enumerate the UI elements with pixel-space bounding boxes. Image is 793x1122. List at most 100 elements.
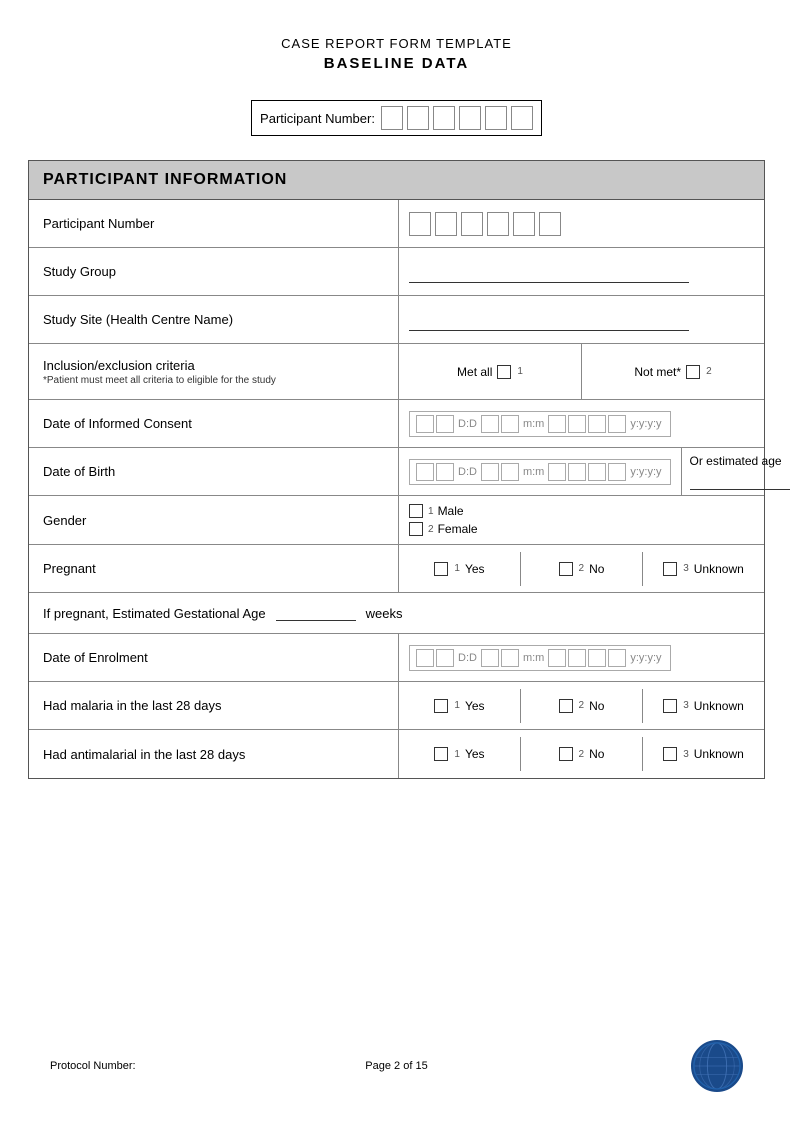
checkbox-antimalarial-no[interactable]	[559, 747, 573, 761]
dob-d2	[436, 463, 454, 481]
de-y4	[608, 649, 626, 667]
estimated-age-field[interactable]	[690, 472, 790, 490]
pn-row-cell-2[interactable]	[435, 212, 457, 236]
date-enrolment-field[interactable]: D:D m:m y:y:y:y	[409, 645, 671, 671]
checkbox-male[interactable]	[409, 504, 423, 518]
antimalarial-unknown: 3 Unknown	[643, 737, 764, 771]
checkbox-female[interactable]	[409, 522, 423, 536]
label-participant-number: Participant Number	[29, 200, 399, 247]
label-had-malaria: Had malaria in the last 28 days	[29, 682, 399, 729]
date-of-birth-field[interactable]: D:D m:m y:y:y:y	[409, 459, 671, 485]
row-pregnant: Pregnant 1 Yes 2 No 3 Unknown	[29, 545, 764, 593]
row-had-antimalarial: Had antimalarial in the last 28 days 1 Y…	[29, 730, 764, 778]
participant-number-box: Participant Number:	[251, 100, 542, 136]
dc-d1	[416, 415, 434, 433]
label-had-antimalarial: Had antimalarial in the last 28 days	[29, 730, 399, 778]
participant-number-label: Participant Number:	[260, 111, 375, 126]
study-site-field[interactable]	[409, 309, 689, 331]
inclusion-not-met: Not met* 2	[582, 344, 764, 399]
label-date-enrolment: Date of Enrolment	[29, 634, 399, 681]
checkbox-not-met[interactable]	[686, 365, 700, 379]
row-date-informed-consent: Date of Informed Consent D:D m:m y:y:y:y	[29, 400, 764, 448]
dc-m1	[481, 415, 499, 433]
page-header: CASE REPORT FORM TEMPLATE BASELINE DATA	[0, 0, 793, 90]
dc-y4	[608, 415, 626, 433]
footer-page: Page 2 of 15	[281, 1060, 512, 1072]
pn-cell-4[interactable]	[459, 106, 481, 130]
pn-row-cell-6[interactable]	[539, 212, 561, 236]
malaria-no: 2 No	[521, 689, 643, 723]
content-gender: 1 Male 2 Female	[399, 496, 488, 544]
label-study-group: Study Group	[29, 248, 399, 295]
row-had-malaria: Had malaria in the last 28 days 1 Yes 2 …	[29, 682, 764, 730]
antimalarial-yes: 1 Yes	[399, 737, 521, 771]
content-study-group	[399, 248, 764, 295]
dob-d1	[416, 463, 434, 481]
label-gender: Gender	[29, 496, 399, 544]
pn-cell-1[interactable]	[381, 106, 403, 130]
dob-y1	[548, 463, 566, 481]
content-participant-number	[399, 200, 764, 247]
checkbox-pregnant-unknown[interactable]	[663, 562, 677, 576]
checkbox-pregnant-yes[interactable]	[434, 562, 448, 576]
footer-logo	[512, 1040, 743, 1092]
dc-y1	[548, 415, 566, 433]
pn-row-cell-1[interactable]	[409, 212, 431, 236]
malaria-yes: 1 Yes	[399, 689, 521, 723]
dob-y3	[588, 463, 606, 481]
checkbox-malaria-unknown[interactable]	[663, 699, 677, 713]
gestational-age-field[interactable]	[276, 605, 356, 621]
checkbox-pregnant-no[interactable]	[559, 562, 573, 576]
malaria-unknown: 3 Unknown	[643, 689, 764, 723]
row-study-group: Study Group	[29, 248, 764, 296]
label-study-site: Study Site (Health Centre Name)	[29, 296, 399, 343]
dob-m2	[501, 463, 519, 481]
de-d2	[436, 649, 454, 667]
checkbox-malaria-yes[interactable]	[434, 699, 448, 713]
section-title: PARTICIPANT INFORMATION	[43, 171, 287, 188]
page-footer: Protocol Number: Page 2 of 15	[0, 1040, 793, 1092]
participant-number-cells	[381, 106, 533, 130]
de-m2	[501, 649, 519, 667]
pn-row-cell-3[interactable]	[461, 212, 483, 236]
label-pregnant: Pregnant	[29, 545, 399, 592]
label-inclusion-exclusion: Inclusion/exclusion criteria *Patient mu…	[29, 344, 399, 399]
de-d1	[416, 649, 434, 667]
pn-cell-6[interactable]	[511, 106, 533, 130]
section-header: PARTICIPANT INFORMATION	[29, 161, 764, 200]
row-inclusion-exclusion: Inclusion/exclusion criteria *Patient mu…	[29, 344, 764, 400]
pregnant-unknown: 3 Unknown	[643, 552, 764, 586]
checkbox-antimalarial-yes[interactable]	[434, 747, 448, 761]
row-gender: Gender 1 Male 2 Female	[29, 496, 764, 545]
checkbox-antimalarial-unknown[interactable]	[663, 747, 677, 761]
inclusion-met-all: Met all 1	[399, 344, 582, 399]
antimalarial-no: 2 No	[521, 737, 643, 771]
globe-svg	[693, 1041, 741, 1091]
dob-y2	[568, 463, 586, 481]
study-group-field[interactable]	[409, 261, 689, 283]
de-y2	[568, 649, 586, 667]
de-y3	[588, 649, 606, 667]
pn-cell-2[interactable]	[407, 106, 429, 130]
checkbox-malaria-no[interactable]	[559, 699, 573, 713]
row-date-enrolment: Date of Enrolment D:D m:m y:y:y:y	[29, 634, 764, 682]
content-had-malaria: 1 Yes 2 No 3 Unknown	[399, 682, 764, 729]
row-participant-number: Participant Number	[29, 200, 764, 248]
checkbox-met-all[interactable]	[497, 365, 511, 379]
date-informed-consent-field[interactable]: D:D m:m y:y:y:y	[409, 411, 671, 437]
pregnant-no: 2 No	[521, 552, 643, 586]
dc-m2	[501, 415, 519, 433]
content-date-enrolment: D:D m:m y:y:y:y	[399, 634, 764, 681]
content-study-site	[399, 296, 764, 343]
pn-cell-3[interactable]	[433, 106, 455, 130]
pn-row-cell-5[interactable]	[513, 212, 535, 236]
label-date-informed-consent: Date of Informed Consent	[29, 400, 399, 447]
pn-row-cell-4[interactable]	[487, 212, 509, 236]
dob-date-part: D:D m:m y:y:y:y	[399, 448, 681, 495]
dc-y3	[588, 415, 606, 433]
globe-icon	[691, 1040, 743, 1092]
row-study-site: Study Site (Health Centre Name)	[29, 296, 764, 344]
pn-row-cells	[409, 212, 561, 236]
participant-number-header: Participant Number:	[0, 100, 793, 136]
pn-cell-5[interactable]	[485, 106, 507, 130]
